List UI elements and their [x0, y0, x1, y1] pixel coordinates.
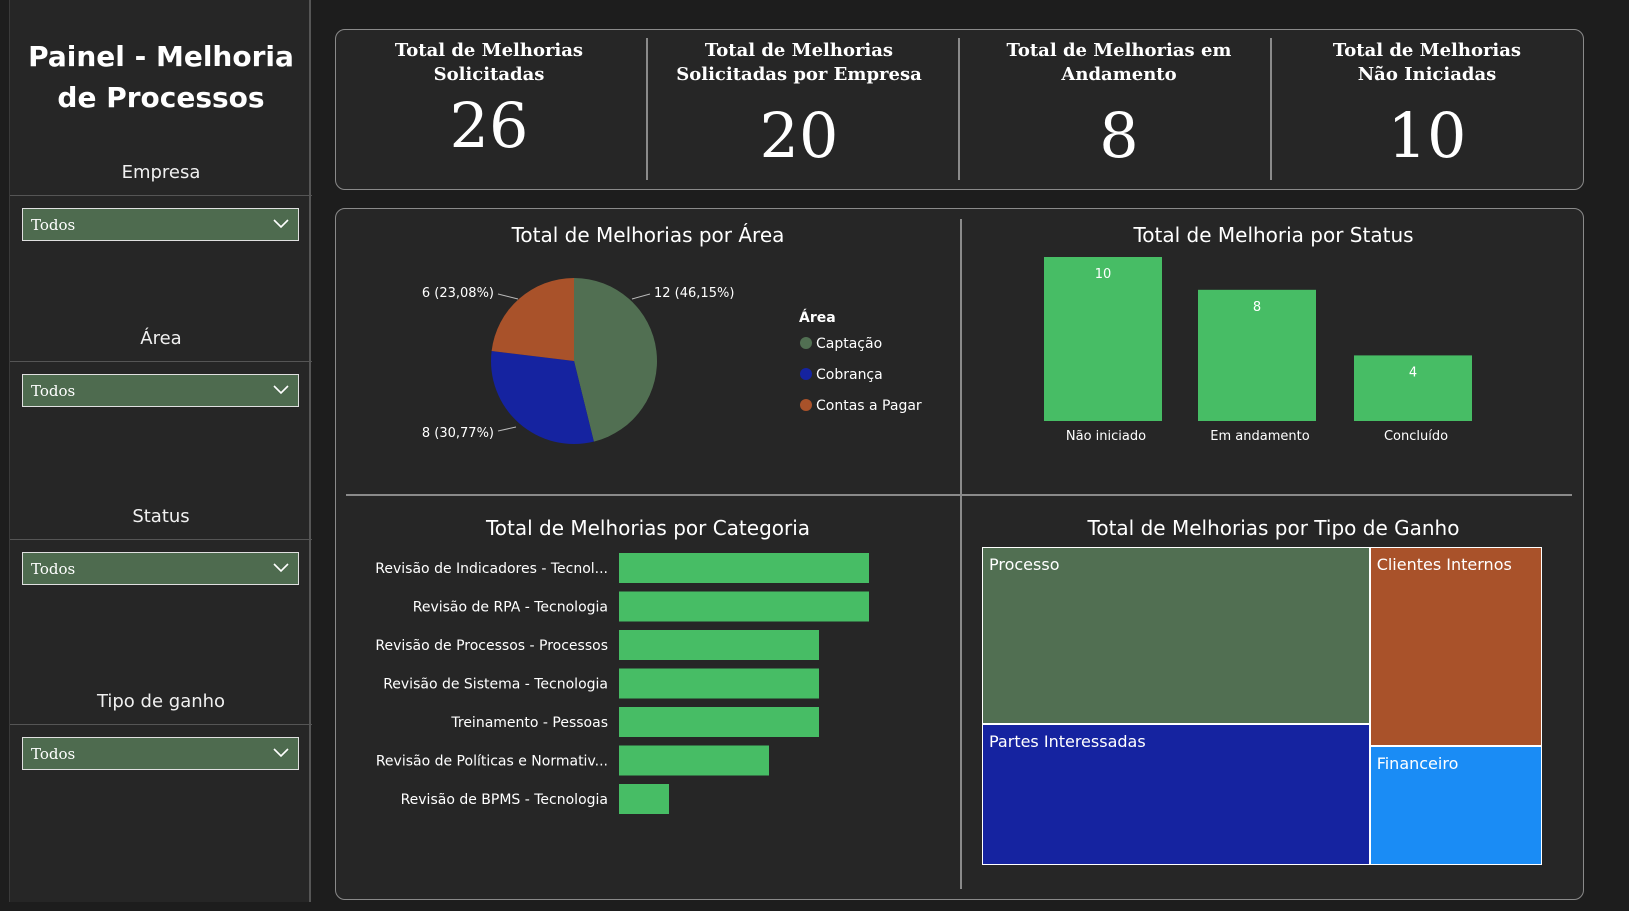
kpi-divider [958, 38, 960, 180]
status-dropdown[interactable]: Todos [22, 552, 299, 585]
dashboard-title-line2: de Processos [57, 81, 265, 114]
status-bar-chart: 10 Não iniciado 8 Em andamento 4 Concluído [1044, 257, 1472, 444]
category-bar-chart: Revisão de Indicadores - Tecnol... Revisã… [375, 553, 869, 814]
filter-sidebar: Painel - Melhoria de Processos Empresa T… [9, 0, 312, 902]
treemap-title: Total de Melhorias por Tipo de Ganho [1087, 516, 1460, 540]
kpi-panel: Total de Melhorias Solicitadas 26 Total … [335, 29, 1584, 190]
bar-data-label: 10 [1095, 267, 1112, 282]
status-dropdown-value: Todos [31, 560, 76, 578]
legend-title: Área [799, 309, 836, 326]
tipo-ganho-dropdown[interactable]: Todos [22, 737, 299, 770]
treemap-tile[interactable]: Processo [982, 547, 1370, 724]
empresa-dropdown[interactable]: Todos [22, 208, 299, 241]
chevron-down-icon [273, 563, 289, 573]
kpi-card-nao-iniciadas: Total de Melhorias Não Iniciadas 10 [1282, 30, 1572, 190]
kpi-card-total: Total de Melhorias Solicitadas 26 [344, 30, 634, 190]
filter-label-tipo-ganho: Tipo de ganho [96, 691, 226, 712]
x-tick-label: Não iniciado [1066, 429, 1146, 444]
legend-item[interactable]: Contas a Pagar [816, 398, 922, 414]
bar-data-label: 8 [1253, 300, 1261, 315]
kpi-label: Total de Melhorias Não Iniciadas [1332, 40, 1522, 85]
tipo-ganho-dropdown-value: Todos [31, 745, 76, 763]
kpi-card-andamento: Total de Melhorias em Andamento 8 [974, 30, 1264, 190]
chevron-down-icon [273, 385, 289, 395]
pie-chart: 12 (46,15%) 8 (30,77%) 6 (23,08%) Área Capta… [422, 278, 922, 444]
pie-data-label: 8 (30,77%) [422, 426, 494, 441]
y-tick-label: Revisão de Indicadores - Tecnol... [375, 561, 608, 577]
divider [346, 494, 1572, 496]
treemap-tile-label: Processo [989, 555, 1060, 574]
status-chart-title: Total de Melhoria por Status [1133, 223, 1414, 247]
chevron-down-icon [273, 219, 289, 229]
pie-data-label: 12 (46,15%) [654, 286, 734, 301]
y-tick-label: Revisão de Processos - Processos [375, 638, 608, 654]
kpi-value: 26 [449, 89, 529, 162]
category-bar[interactable] [619, 784, 669, 814]
treemap-tile[interactable]: Clientes Internos [1369, 547, 1542, 746]
y-tick-label: Revisão de RPA - Tecnologia [413, 600, 608, 616]
kpi-value: 8 [1099, 99, 1139, 172]
bar-data-label: 4 [1409, 365, 1417, 380]
kpi-label: Total de Melhorias Solicitadas [394, 40, 584, 85]
filter-label-area: Área [140, 328, 182, 349]
treemap-tile-label: Clientes Internos [1376, 555, 1512, 574]
kpi-value: 10 [1387, 99, 1467, 172]
category-bar[interactable] [619, 591, 869, 622]
treemap-tile-label: Financeiro [1376, 753, 1459, 773]
treemap-tile[interactable]: Financeiro [1369, 745, 1542, 865]
leader-line [631, 293, 651, 300]
category-bar[interactable] [619, 745, 769, 776]
legend-item[interactable]: Cobrança [816, 367, 883, 383]
kpi-divider [646, 38, 648, 180]
leader-line [497, 293, 519, 300]
kpi-divider [1270, 38, 1272, 180]
category-chart-title: Total de Melhorias por Categoria [485, 516, 811, 540]
filter-label-empresa: Empresa [121, 162, 201, 183]
kpi-label: Total de Melhorias Solicitadas por Empre… [676, 40, 922, 85]
y-tick-label: Treinamento - Pessoas [450, 715, 608, 731]
kpi-card-por-empresa: Total de Melhorias Solicitadas por Empre… [654, 30, 944, 190]
treemap-chart: Processo Partes Interessadas Clientes Inte… [982, 547, 1542, 865]
legend-marker [800, 368, 812, 380]
divider [10, 195, 312, 196]
filter-label-status: Status [132, 506, 190, 527]
pie-data-label: 6 (23,08%) [422, 286, 494, 301]
divider [10, 724, 312, 725]
x-tick-label: Concluído [1384, 429, 1448, 444]
empresa-dropdown-value: Todos [31, 216, 76, 234]
x-tick-label: Em andamento [1210, 429, 1309, 444]
category-bar[interactable] [619, 553, 869, 583]
legend-item[interactable]: Captação [816, 336, 882, 352]
category-bar[interactable] [619, 707, 819, 737]
chevron-down-icon [273, 748, 289, 758]
treemap-tile-label: Partes Interessadas [989, 731, 1146, 751]
category-bar[interactable] [619, 630, 819, 660]
y-tick-label: Revisão de BPMS - Tecnologia [401, 792, 608, 808]
divider [10, 539, 312, 540]
treemap-tile[interactable]: Partes Interessadas [982, 723, 1370, 865]
kpi-value: 20 [759, 99, 839, 172]
pie-slice[interactable] [491, 278, 574, 361]
y-tick-label: Revisão de Sistema - Tecnologia [383, 677, 608, 693]
charts-panel: Total de Melhorias por Área 12 (46,15%) 8… [335, 208, 1584, 900]
kpi-label: Total de Melhorias em Andamento [1006, 40, 1232, 85]
area-dropdown[interactable]: Todos [22, 374, 299, 407]
dashboard-title: Painel - Melhoria de Processos [10, 36, 312, 118]
leader-line [497, 426, 517, 432]
category-bar[interactable] [619, 668, 819, 699]
area-dropdown-value: Todos [31, 382, 76, 400]
y-tick-label: Revisão de Políticas e Normativ... [376, 754, 608, 770]
legend-marker [800, 399, 812, 411]
divider [10, 361, 312, 362]
pie-chart-title: Total de Melhorias por Área [511, 223, 785, 247]
dashboard-title-line1: Painel - Melhoria [28, 40, 294, 73]
legend-marker [800, 337, 812, 349]
